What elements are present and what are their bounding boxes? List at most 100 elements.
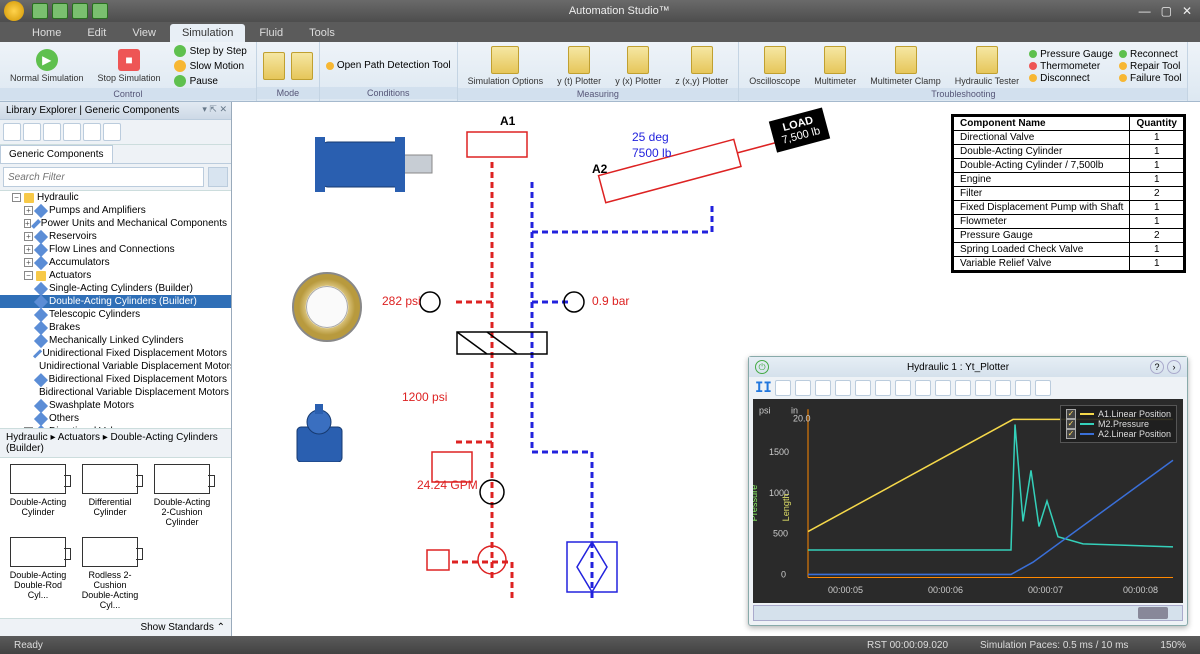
expand-icon[interactable]: › bbox=[1167, 360, 1181, 374]
plotter-tool-icon[interactable] bbox=[995, 380, 1011, 396]
schematic-canvas[interactable]: A1 A2 25 deg 7500 lb LOAD7,500 lb 282 ps… bbox=[232, 102, 1200, 636]
plotter-tool-icon[interactable] bbox=[975, 380, 991, 396]
component-thumbnail[interactable]: Double-Acting Cylinder bbox=[6, 464, 70, 529]
tree-node[interactable]: Bidirectional Fixed Displacement Motors bbox=[0, 373, 231, 386]
tab-fluid[interactable]: Fluid bbox=[247, 24, 295, 42]
plotter-tool-icon[interactable] bbox=[955, 380, 971, 396]
tree-node[interactable]: Swashplate Motors bbox=[0, 399, 231, 412]
multimeter-clamp-button[interactable]: Multimeter Clamp bbox=[866, 44, 945, 88]
plotter-tool-icon[interactable] bbox=[895, 380, 911, 396]
qat-button[interactable] bbox=[72, 3, 88, 19]
tree-node[interactable]: +Reservoirs bbox=[0, 230, 231, 243]
tab-edit[interactable]: Edit bbox=[75, 24, 118, 42]
app-logo[interactable] bbox=[4, 1, 24, 21]
lib-tool-icon[interactable] bbox=[3, 123, 21, 141]
tree-node[interactable]: Unidirectional Fixed Displacement Motors bbox=[0, 347, 231, 360]
table-row: Engine1 bbox=[954, 173, 1184, 187]
tree-node[interactable]: +Power Units and Mechanical Components bbox=[0, 217, 231, 230]
library-tree[interactable]: −Hydraulic +Pumps and Amplifiers+Power U… bbox=[0, 191, 231, 428]
plotter-tool-icon[interactable] bbox=[935, 380, 951, 396]
disconnect-tool[interactable]: Disconnect bbox=[1029, 73, 1113, 84]
oscilloscope-button[interactable]: Oscilloscope bbox=[745, 44, 804, 88]
plotter-tool-icon[interactable] bbox=[1015, 380, 1031, 396]
tab-simulation[interactable]: Simulation bbox=[170, 24, 245, 42]
pause-button[interactable]: Pause bbox=[171, 74, 250, 88]
gauge-illustration bbox=[292, 272, 362, 342]
zxy-plotter-button[interactable]: z (x,y) Plotter bbox=[671, 44, 732, 88]
search-input[interactable] bbox=[3, 167, 204, 187]
tree-node[interactable]: Unidirectional Variable Displacement Mot… bbox=[0, 360, 231, 373]
qat-button[interactable] bbox=[92, 3, 108, 19]
failure-tool[interactable]: Failure Tool bbox=[1119, 73, 1182, 84]
tree-node[interactable]: Single-Acting Cylinders (Builder) bbox=[0, 282, 231, 295]
component-thumbnail[interactable]: Double-Acting 2-Cushion Cylinder bbox=[150, 464, 214, 529]
tree-node[interactable]: +Accumulators bbox=[0, 256, 231, 269]
minimize-button[interactable]: — bbox=[1139, 4, 1151, 18]
pause-icon[interactable]: II bbox=[755, 380, 771, 396]
plotter-chart[interactable]: 0 500 1000 1500 20.0 psi in Pressure Len… bbox=[753, 399, 1183, 603]
repair-tool[interactable]: Repair Tool bbox=[1119, 61, 1182, 72]
tree-node[interactable]: Double-Acting Cylinders (Builder) bbox=[0, 295, 231, 308]
normal-simulation-button[interactable]: ▶Normal Simulation bbox=[6, 47, 88, 85]
tree-node[interactable]: Brakes bbox=[0, 321, 231, 334]
plotter-tool-icon[interactable] bbox=[835, 380, 851, 396]
plotter-tool-icon[interactable] bbox=[775, 380, 791, 396]
plotter-scrollbar[interactable] bbox=[753, 605, 1183, 621]
search-options-icon[interactable] bbox=[208, 167, 228, 187]
pressure-gauge-tool[interactable]: Pressure Gauge bbox=[1029, 49, 1113, 60]
tree-node[interactable]: +Pumps and Amplifiers bbox=[0, 204, 231, 217]
yx-plotter-button[interactable]: y (x) Plotter bbox=[611, 44, 665, 88]
chevron-up-icon[interactable]: ⌃ bbox=[217, 622, 225, 633]
tab-tools[interactable]: Tools bbox=[297, 24, 347, 42]
open-path-tool[interactable]: Open Path Detection Tool bbox=[326, 60, 451, 71]
title-bar: Automation Studio™ — ▢ ✕ bbox=[0, 0, 1200, 22]
status-zoom[interactable]: 150% bbox=[1154, 640, 1192, 651]
simulation-options-button[interactable]: Simulation Options bbox=[464, 44, 548, 88]
plotter-window[interactable]: ⏻ Hydraulic 1 : Yt_Plotter ? › II bbox=[748, 356, 1188, 626]
show-standards-toggle[interactable]: Show Standards bbox=[140, 622, 213, 633]
tree-node[interactable]: Mechanically Linked Cylinders bbox=[0, 334, 231, 347]
plotter-tool-icon[interactable] bbox=[855, 380, 871, 396]
step-by-step-button[interactable]: Step by Step bbox=[171, 44, 250, 58]
plotter-tool-icon[interactable] bbox=[795, 380, 811, 396]
plotter-tool-icon[interactable] bbox=[815, 380, 831, 396]
reconnect-tool[interactable]: Reconnect bbox=[1119, 49, 1182, 60]
plotter-tool-icon[interactable] bbox=[1035, 380, 1051, 396]
panel-pin-icon[interactable]: ▾ ⇱ ✕ bbox=[202, 104, 227, 115]
library-tab-generic[interactable]: Generic Components bbox=[0, 145, 113, 163]
lib-tool-icon[interactable] bbox=[83, 123, 101, 141]
lib-tool-icon[interactable] bbox=[23, 123, 41, 141]
help-icon[interactable]: ? bbox=[1150, 360, 1164, 374]
tree-node[interactable]: Telescopic Cylinders bbox=[0, 308, 231, 321]
qat-button[interactable] bbox=[32, 3, 48, 19]
tree-node[interactable]: Bidirectional Variable Displacement Moto… bbox=[0, 386, 231, 399]
stop-simulation-button[interactable]: ■Stop Simulation bbox=[94, 47, 165, 85]
breadcrumb[interactable]: Hydraulic ▸ Actuators ▸ Double-Acting Cy… bbox=[0, 428, 231, 458]
yt-plotter-button[interactable]: y (t) Plotter bbox=[553, 44, 605, 88]
qat-button[interactable] bbox=[52, 3, 68, 19]
tree-node[interactable]: Others bbox=[0, 412, 231, 425]
lib-tool-icon[interactable] bbox=[103, 123, 121, 141]
svg-text:00:00:08: 00:00:08 bbox=[1123, 585, 1158, 595]
tab-home[interactable]: Home bbox=[20, 24, 73, 42]
tab-view[interactable]: View bbox=[120, 24, 168, 42]
power-icon[interactable]: ⏻ bbox=[755, 360, 769, 374]
component-thumbnail[interactable]: Rodless 2-Cushion Double-Acting Cyl... bbox=[78, 537, 142, 612]
plotter-tool-icon[interactable] bbox=[875, 380, 891, 396]
component-thumbnail[interactable]: Double-Acting Double-Rod Cyl... bbox=[6, 537, 70, 612]
group-troubleshooting-label: Troubleshooting bbox=[739, 88, 1187, 100]
mode-button[interactable] bbox=[291, 52, 313, 80]
hydraulic-tester-button[interactable]: Hydraulic Tester bbox=[951, 44, 1023, 88]
lib-tool-icon[interactable] bbox=[43, 123, 61, 141]
close-button[interactable]: ✕ bbox=[1182, 4, 1192, 18]
tree-node[interactable]: +Flow Lines and Connections bbox=[0, 243, 231, 256]
lib-tool-icon[interactable] bbox=[63, 123, 81, 141]
plotter-tool-icon[interactable] bbox=[915, 380, 931, 396]
mode-button[interactable] bbox=[263, 52, 285, 80]
thermometer-tool[interactable]: Thermometer bbox=[1029, 61, 1113, 72]
component-thumbnail[interactable]: Differential Cylinder bbox=[78, 464, 142, 529]
multimeter-button[interactable]: Multimeter bbox=[810, 44, 860, 88]
group-measuring-label: Measuring bbox=[458, 88, 739, 100]
slow-motion-button[interactable]: Slow Motion bbox=[171, 59, 250, 73]
maximize-button[interactable]: ▢ bbox=[1161, 4, 1172, 18]
